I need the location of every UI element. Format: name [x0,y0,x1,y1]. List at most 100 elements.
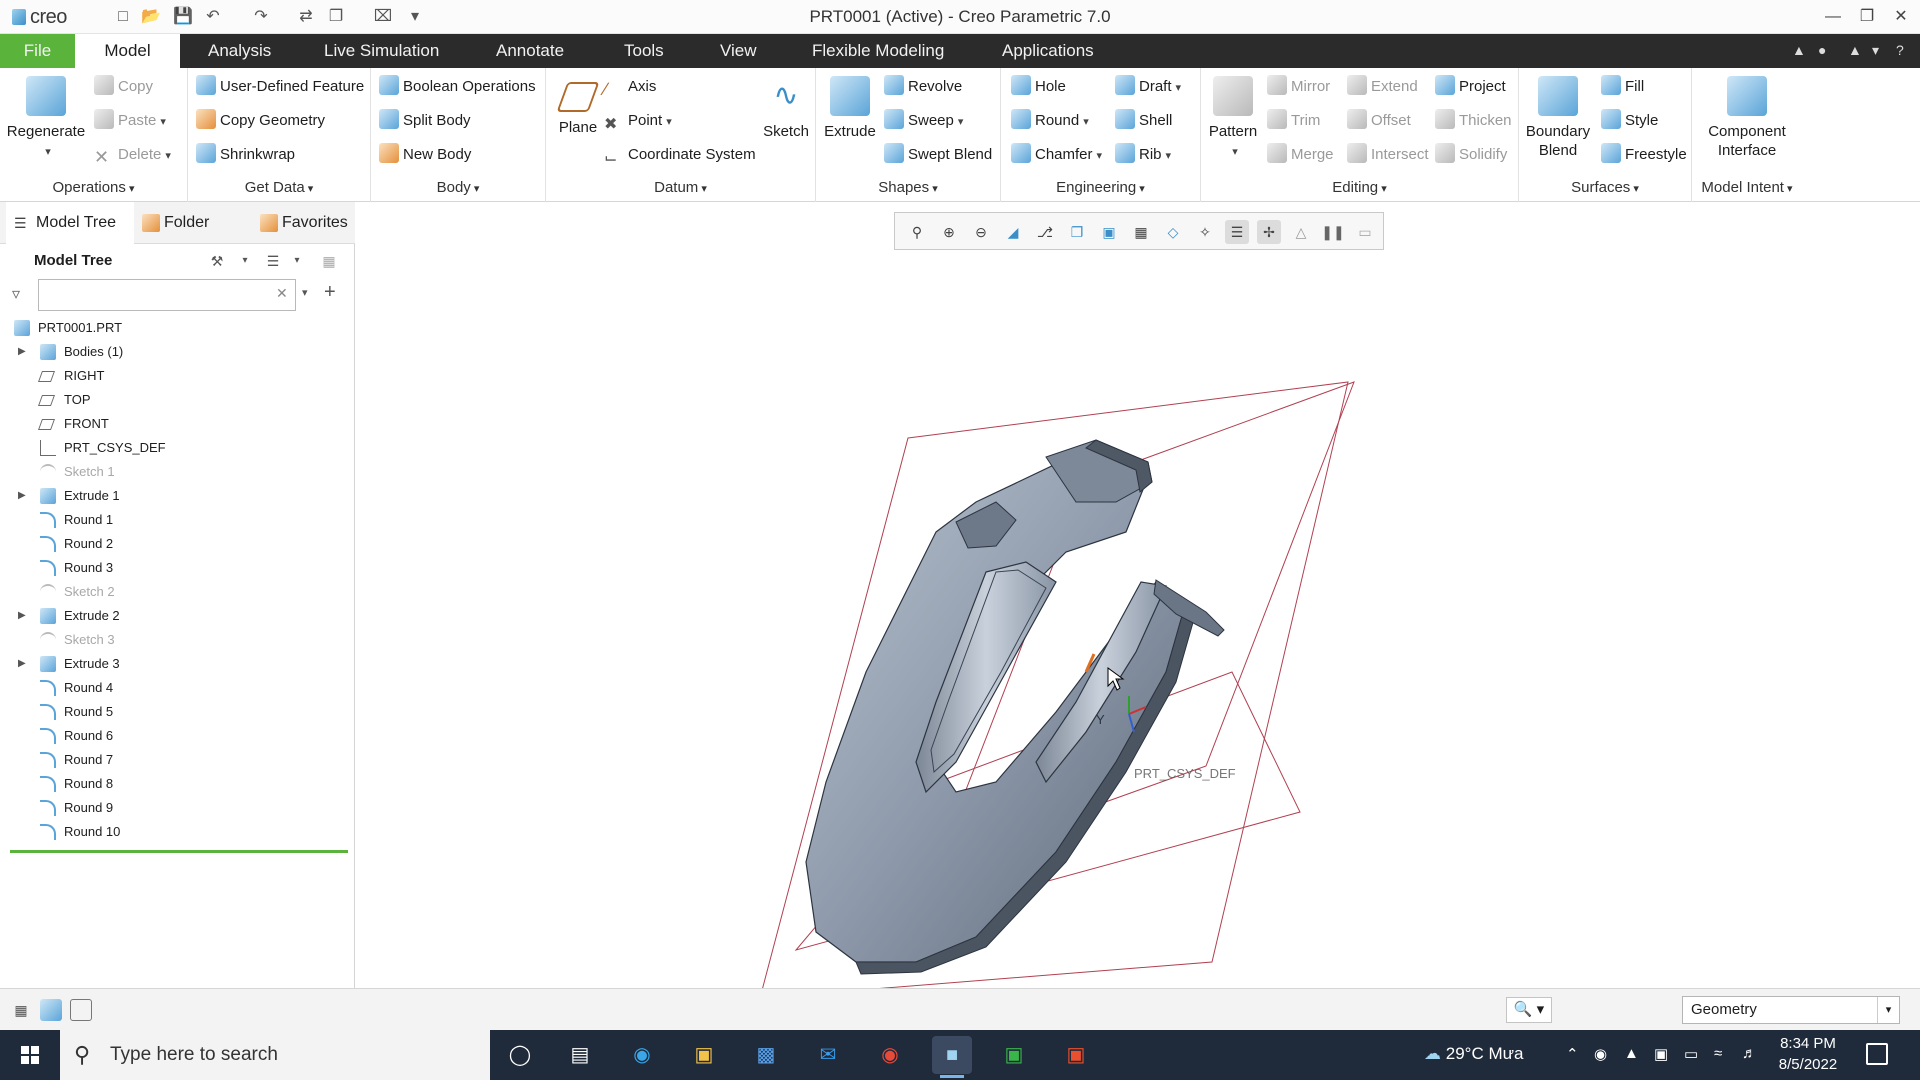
expand-icon[interactable]: ▶ [18,484,26,508]
new-body-button[interactable]: New Body [379,140,471,170]
minimize-button[interactable]: — [1818,4,1848,30]
chrome-icon[interactable]: ◉ [870,1036,910,1074]
tree-item[interactable]: ▶ Extrude 2 [0,604,340,628]
boundary-blend-button[interactable]: Boundary Blend [1523,76,1593,160]
stop-icon[interactable]: ▭ [1353,220,1377,244]
customize-icon[interactable]: ▾ [404,6,426,28]
redo-icon[interactable]: ↷ [250,6,272,28]
expand-icon[interactable]: ▶ [18,604,26,628]
annotation-display-icon[interactable]: ☰ [1225,220,1249,244]
intersect-button[interactable]: Intersect [1347,140,1429,170]
show-icon[interactable]: ☰ [262,250,284,272]
user-defined-feature-button[interactable]: User-Defined Feature [196,72,364,102]
point-button[interactable]: ✖ Point ▾ [604,106,672,136]
shrinkwrap-button[interactable]: Shrinkwrap [196,140,295,170]
help-icon[interactable]: ? [1896,42,1904,58]
copy-geometry-button[interactable]: Copy Geometry [196,106,325,136]
tree-item[interactable]: Sketch 1 [0,460,340,484]
tree-item[interactable]: Round 10 [0,820,340,844]
tab-annotate[interactable]: Annotate [484,34,576,68]
undo-icon[interactable]: ↶ [202,6,224,28]
revolve-button[interactable]: Revolve [884,72,962,102]
clock-time[interactable]: 8:34 PM [1768,1035,1848,1052]
group-label-get-data[interactable]: Get Data [188,179,370,196]
minimize-ribbon-icon[interactable]: ▲ [1792,42,1806,58]
mirror-button[interactable]: Mirror [1267,72,1330,102]
new-icon[interactable]: □ [112,6,134,28]
chevron-down-icon[interactable]: ▾ [1877,997,1899,1023]
tree-item[interactable]: Round 6 [0,724,340,748]
filter-icon[interactable]: ▿ [12,284,34,306]
open-icon[interactable]: 📂 [140,6,162,28]
speaker-icon[interactable]: ♬ [1742,1045,1757,1062]
user-icon[interactable]: ● [1818,42,1826,58]
group-label-datum[interactable]: Datum [546,179,815,196]
tree-item[interactable]: ▶ Extrude 1 [0,484,340,508]
tab-view[interactable]: View [708,34,769,68]
tree-item[interactable]: FRONT [0,412,340,436]
round-button[interactable]: Round ▾ [1011,106,1089,136]
edge-icon[interactable]: ◉ [622,1036,662,1074]
coordinate-system-button[interactable]: ⌙ Coordinate System [604,140,756,170]
selection-filter[interactable]: Geometry ▾ [1682,996,1900,1024]
tree-settings-icon[interactable]: ⚒ [206,250,228,272]
restore-button[interactable]: ❐ [1852,4,1882,30]
chevron-up-icon[interactable]: ⌃ [1566,1045,1579,1063]
save-icon[interactable]: 💾 [172,6,194,28]
tab-flexible-modeling[interactable]: Flexible Modeling [800,34,956,68]
tree-item[interactable]: TOP [0,388,340,412]
find-button[interactable]: 🔍 ▾ [1506,997,1552,1023]
tree-item[interactable]: Round 8 [0,772,340,796]
chevron-down-icon[interactable]: ▾ [234,250,256,272]
expand-icon[interactable]: ▶ [18,652,26,676]
plane-button[interactable]: Plane [550,76,606,137]
tree-item[interactable]: ▶ Bodies (1) [0,340,340,364]
tab-folder-browser[interactable]: Folder Brov [134,202,246,244]
navigator-toggle-icon[interactable]: ▦ [10,999,32,1021]
datum-display-icon[interactable]: ✧ [1193,220,1217,244]
wifi-icon[interactable]: ≈ [1714,1045,1722,1062]
expand-icon[interactable]: ▶ [18,340,26,364]
fullscreen-icon[interactable] [70,999,92,1021]
battery-icon[interactable]: ▭ [1684,1045,1698,1063]
section-icon[interactable]: ▦ [1129,220,1153,244]
group-label-model-intent[interactable]: Model Intent [1692,179,1802,196]
microphone-icon[interactable]: ▲ [1624,1045,1639,1062]
tree-item[interactable]: Sketch 3 [0,628,340,652]
rib-button[interactable]: Rib ▾ [1115,140,1171,170]
boolean-operations-button[interactable]: Boolean Operations [379,72,536,102]
taskbar-search[interactable]: ⚲ Type here to search [60,1030,490,1080]
tree-item[interactable]: RIGHT [0,364,340,388]
tab-live-simulation[interactable]: Live Simulation [312,34,451,68]
close-button[interactable]: ✕ [1886,4,1916,30]
chevron-down-icon[interactable]: ▾ [286,250,308,272]
insert-indicator[interactable] [10,850,348,853]
tab-applications[interactable]: Applications [990,34,1106,68]
paste-button[interactable]: Paste ▾ [94,106,166,136]
tree-item[interactable]: Sketch 2 [0,580,340,604]
tree-item[interactable]: Round 9 [0,796,340,820]
group-label-surfaces[interactable]: Surfaces [1519,179,1691,196]
swept-blend-button[interactable]: Swept Blend [884,140,992,170]
draft-button[interactable]: Draft ▾ [1115,72,1181,102]
task-view-icon[interactable]: ▤ [560,1036,600,1074]
recording-icon[interactable]: ▣ [1654,1045,1668,1063]
shell-button[interactable]: Shell [1115,106,1172,136]
add-icon[interactable]: + [324,281,336,304]
freestyle-button[interactable]: Freestyle [1601,140,1687,170]
learning-icon[interactable]: ▲ [1848,42,1862,58]
creo-icon[interactable]: ■ [932,1036,972,1078]
weather-widget[interactable]: ☁ 29°C Mưa [1424,1044,1523,1064]
extrude-button[interactable]: Extrude [820,76,880,141]
notifications-icon[interactable] [1866,1043,1888,1065]
datum-filter-icon[interactable]: △ [1289,220,1313,244]
sweep-button[interactable]: Sweep ▾ [884,106,963,136]
perspective-icon[interactable]: ◇ [1161,220,1185,244]
repaint-icon[interactable]: ◢ [1001,220,1025,244]
tree-item[interactable]: PRT0001.PRT [0,316,340,340]
delete-button[interactable]: ✕ Delete ▾ [94,140,171,170]
tree-search-input[interactable] [38,279,296,311]
component-interface-button[interactable]: Component Interface [1696,76,1798,160]
thicken-button[interactable]: Thicken [1435,106,1512,136]
group-label-shapes[interactable]: Shapes [816,179,1000,196]
